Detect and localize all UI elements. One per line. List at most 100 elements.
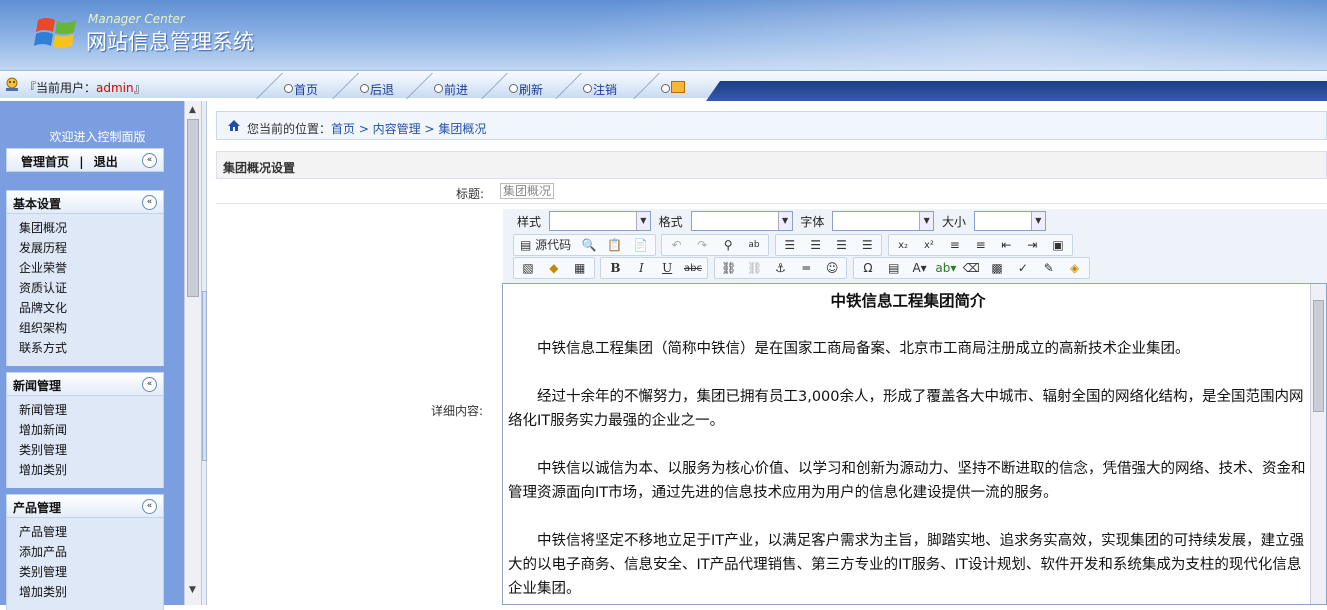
chevron-down-icon[interactable]: ▼ xyxy=(635,212,650,230)
blockquote-icon[interactable]: ▣ xyxy=(1048,237,1068,254)
sidebar-item-product-manage[interactable]: 产品管理 xyxy=(19,522,163,542)
flash-icon[interactable]: ◆ xyxy=(544,260,564,277)
sidebar-item-organization[interactable]: 组织架构 xyxy=(19,318,163,338)
size-label: 大小 xyxy=(942,214,967,229)
align-justify-icon[interactable]: ☰ xyxy=(857,237,877,254)
undo-icon[interactable]: ↶ xyxy=(666,237,686,254)
table-icon[interactable]: ▦ xyxy=(570,260,590,277)
folder-home-icon[interactable] xyxy=(671,81,685,93)
sidebar-item-news-manage[interactable]: 新闻管理 xyxy=(19,400,163,420)
scroll-up-icon[interactable]: ▲ xyxy=(189,105,196,115)
preview-icon[interactable]: 🔍 xyxy=(579,237,599,254)
horizontal-rule-icon[interactable]: ═ xyxy=(796,260,816,277)
sidebar-panel-header[interactable]: 新闻管理 « xyxy=(6,372,164,396)
chevron-down-icon[interactable]: ▼ xyxy=(1030,212,1045,230)
rich-text-editor[interactable]: 中铁信息工程集团简介 中铁信息工程集团（简称中铁信）是在国家工商局备案、北京市工… xyxy=(502,283,1327,605)
style-select[interactable]: ▼ xyxy=(548,211,651,231)
chevron-down-icon[interactable]: ▼ xyxy=(777,212,792,230)
title-field[interactable]: 集团概况 xyxy=(500,183,555,199)
collapse-icon[interactable]: « xyxy=(142,377,157,392)
strikethrough-button[interactable]: abc xyxy=(683,260,703,277)
outdent-icon[interactable]: ⇤ xyxy=(996,237,1016,254)
toolbar-group-text: B I U abc xyxy=(600,257,708,279)
replace-icon[interactable]: ab xyxy=(744,237,764,254)
breadcrumb-trail[interactable]: 首页 > 内容管理 > 集团概况 xyxy=(331,120,486,137)
sidebar-item-news-category[interactable]: 类别管理 xyxy=(19,440,163,460)
italic-button[interactable]: I xyxy=(631,260,651,277)
format-select[interactable]: ▼ xyxy=(690,211,793,231)
sidebar-panel-header[interactable]: 产品管理 « xyxy=(6,494,164,518)
sidebar-item-honors[interactable]: 企业荣誉 xyxy=(19,258,163,278)
nav-back-label[interactable]: 后退 xyxy=(370,81,394,98)
select-all-icon[interactable]: ▩ xyxy=(987,260,1007,277)
sidebar-item-contact[interactable]: 联系方式 xyxy=(19,338,163,358)
superscript-icon[interactable]: x² xyxy=(919,237,939,254)
scrollbar-thumb[interactable] xyxy=(187,119,199,297)
image-icon[interactable]: ▧ xyxy=(518,260,538,277)
size-select[interactable]: ▼ xyxy=(973,211,1046,231)
paste-icon[interactable]: 📋 xyxy=(605,237,625,254)
subscript-icon[interactable]: x₂ xyxy=(893,237,913,254)
text-color-icon[interactable]: A▾ xyxy=(910,260,930,277)
logout-link[interactable]: 退出 xyxy=(94,155,118,169)
align-center-icon[interactable]: ☰ xyxy=(806,237,826,254)
indent-icon[interactable]: ⇥ xyxy=(1022,237,1042,254)
find-icon[interactable]: ⚲ xyxy=(718,237,738,254)
toolbar-group-list: x₂ x² ≡ ≡ ⇤ ⇥ ▣ xyxy=(888,234,1074,256)
unlink-icon[interactable]: ⛓ xyxy=(745,260,765,277)
collapse-icon[interactable]: « xyxy=(142,153,157,168)
sidebar-item-add-news[interactable]: 增加新闻 xyxy=(19,420,163,440)
source-label: 源代码 xyxy=(535,238,572,252)
editor-scrollbar[interactable] xyxy=(1310,284,1326,604)
toolbar-group-link: ⛓ ⛓ ⚓ ═ ☺ xyxy=(713,257,848,279)
align-left-icon[interactable]: ☰ xyxy=(780,237,800,254)
sidebar-item-add-product[interactable]: 添加产品 xyxy=(19,542,163,562)
smiley-icon[interactable]: ☺ xyxy=(822,260,842,277)
underline-button[interactable]: U xyxy=(657,260,677,277)
splitter-handle[interactable] xyxy=(202,291,207,461)
spellcheck-as-you-type-icon[interactable]: ✎ xyxy=(1039,260,1059,277)
sidebar-item-history[interactable]: 发展历程 xyxy=(19,238,163,258)
sidebar-item-brand-culture[interactable]: 品牌文化 xyxy=(19,298,163,318)
sidebar-item-product-category[interactable]: 类别管理 xyxy=(19,562,163,582)
eraser-icon[interactable]: ◈ xyxy=(1065,260,1085,277)
sidebar-panel-products: 产品管理 « 产品管理 添加产品 类别管理 增加类别 xyxy=(6,494,164,610)
anchor-icon[interactable]: ⚓ xyxy=(770,260,790,277)
bg-color-icon[interactable]: ab▾ xyxy=(935,260,956,277)
editor-document[interactable]: 中铁信息工程集团简介 中铁信息工程集团（简称中铁信）是在国家工商局备案、北京市工… xyxy=(508,284,1308,604)
sidebar-panel-title: 基本设置 xyxy=(13,197,62,211)
sidebar-scrollbar[interactable]: ▲ ▼ xyxy=(184,101,201,605)
scrollbar-thumb[interactable] xyxy=(1313,300,1324,412)
admin-home-link[interactable]: 管理首页 xyxy=(21,155,69,169)
remove-format-icon[interactable]: ⌫ xyxy=(961,260,981,277)
ordered-list-icon[interactable]: ≡ xyxy=(945,237,965,254)
align-right-icon[interactable]: ☰ xyxy=(831,237,851,254)
paste-word-icon[interactable]: 📄 xyxy=(631,237,651,254)
redo-icon[interactable]: ↷ xyxy=(692,237,712,254)
spellcheck-icon[interactable]: ✓ xyxy=(1013,260,1033,277)
sidebar-item-add-product-category[interactable]: 增加类别 xyxy=(19,582,163,602)
nav-home-label[interactable]: 首页 xyxy=(294,81,318,98)
sidebar-item-add-news-category[interactable]: 增加类别 xyxy=(19,460,163,480)
sidebar-item-certification[interactable]: 资质认证 xyxy=(19,278,163,298)
collapse-icon[interactable]: « xyxy=(142,195,157,210)
nav-refresh-label[interactable]: 刷新 xyxy=(519,81,543,98)
font-select[interactable]: ▼ xyxy=(832,211,935,231)
toolbar-group-misc: Ω ▤ A▾ ab▾ ⌫ ▩ ✓ ✎ ◈ xyxy=(852,257,1090,279)
page-break-icon[interactable]: ▤ xyxy=(884,260,904,277)
nav-logout-label[interactable]: 注销 xyxy=(593,81,617,98)
sidebar-item-group-overview[interactable]: 集团概况 xyxy=(19,218,163,238)
collapse-icon[interactable]: « xyxy=(142,499,157,514)
link-icon[interactable]: ⛓ xyxy=(719,260,739,277)
scroll-down-icon[interactable]: ▼ xyxy=(189,585,196,595)
nav-forward-label[interactable]: 前进 xyxy=(444,81,468,98)
special-char-icon[interactable]: Ω xyxy=(858,260,878,277)
source-button[interactable]: ▤ 源代码 xyxy=(518,237,573,254)
unordered-list-icon[interactable]: ≡ xyxy=(971,237,991,254)
nav-home-icon-tab[interactable] xyxy=(633,71,703,99)
bold-button[interactable]: B xyxy=(605,260,625,277)
sidebar-panel-header[interactable]: 基本设置 « xyxy=(6,190,164,214)
sidebar-splitter[interactable] xyxy=(201,101,207,605)
section-title: 集团概况设置 xyxy=(216,151,1327,179)
chevron-down-icon[interactable]: ▼ xyxy=(919,212,934,230)
